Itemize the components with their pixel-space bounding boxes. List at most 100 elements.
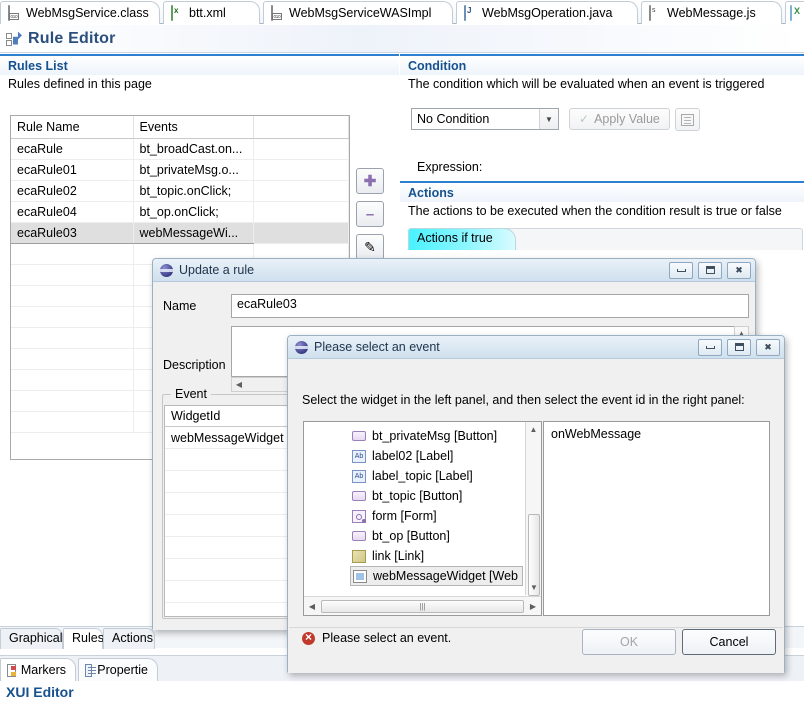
- maximize-button[interactable]: [698, 261, 722, 279]
- editor-tab-label: WebMsgServiceWASImpl: [289, 6, 432, 20]
- cell-rule-name: ecaRule03: [11, 221, 134, 244]
- editor-tab-1[interactable]: btt.xml: [163, 1, 260, 24]
- tab-label: Graphical: [9, 631, 63, 645]
- widget-list-vertical-scrollbar[interactable]: ▲ ▼: [525, 422, 541, 596]
- actions-description: The actions to be executed when the cond…: [408, 204, 782, 218]
- close-button[interactable]: ✖: [727, 261, 751, 279]
- editor-tab-2[interactable]: WebMsgServiceWASImpl: [263, 1, 453, 24]
- editor-tab-4[interactable]: WebMessage.js: [641, 1, 782, 24]
- minimize-button[interactable]: [698, 338, 722, 356]
- button-icon: [352, 531, 366, 541]
- tab-label: Actions if true: [417, 231, 493, 245]
- pencil-icon: ✎: [364, 239, 376, 255]
- cell-rule-name: ecaRule01: [11, 159, 134, 181]
- actions-section: Actions The actions to be executed when …: [400, 181, 804, 250]
- widget-list-item[interactable]: bt_op [Button]: [304, 526, 525, 546]
- widget-list[interactable]: bt_privateMsg [Button] Ab label02 [Label…: [303, 421, 542, 616]
- tab-markers[interactable]: Markers: [0, 658, 76, 681]
- widget-list-item-selected[interactable]: webMessageWidget [Web: [350, 566, 523, 586]
- cancel-button[interactable]: Cancel: [682, 629, 776, 655]
- scroll-down-arrow-icon[interactable]: ▼: [526, 580, 541, 595]
- dialog-title-bar[interactable]: Update a rule ✖: [153, 259, 755, 282]
- event-id-list[interactable]: onWebMessage: [543, 421, 770, 616]
- button-icon: [352, 491, 366, 501]
- cell-blank: [253, 201, 349, 223]
- tab-actions[interactable]: Actions: [103, 628, 155, 649]
- status-message: Please select an event.: [322, 631, 452, 645]
- cell-events: bt_privateMsg.o...: [133, 159, 254, 181]
- link-icon: [352, 549, 366, 563]
- table-row[interactable]: ecaRule04 bt_op.onClick;: [11, 201, 349, 223]
- column-header-events[interactable]: Events: [133, 116, 254, 139]
- cancel-label: Cancel: [709, 635, 749, 649]
- cell-events: bt_broadCast.on...: [133, 138, 254, 160]
- widget-list-item[interactable]: bt_privateMsg [Button]: [304, 426, 525, 446]
- java-file-icon: [464, 5, 477, 21]
- name-label: Name: [163, 299, 197, 313]
- window-controls: ✖: [669, 261, 751, 279]
- widget-list-item[interactable]: Ab label02 [Label]: [304, 446, 525, 466]
- editor-tab-5[interactable]: [785, 1, 804, 24]
- condition-select-value: No Condition: [417, 112, 490, 126]
- event-group-label: Event: [171, 387, 211, 401]
- cell-events: bt_topic.onClick;: [133, 180, 254, 202]
- table-row-selected[interactable]: ecaRule03 webMessageWi...: [11, 221, 349, 244]
- window-controls: ✖: [698, 338, 780, 356]
- column-header-blank[interactable]: [253, 116, 349, 139]
- scroll-left-arrow-icon[interactable]: ◀: [304, 602, 320, 611]
- error-icon: [302, 630, 315, 645]
- table-row[interactable]: ecaRule bt_broadCast.on...: [11, 138, 349, 160]
- ok-button[interactable]: OK: [582, 629, 676, 655]
- check-icon: ✓: [579, 112, 590, 126]
- scroll-up-arrow-icon[interactable]: ▲: [526, 422, 541, 437]
- remove-rule-button[interactable]: –: [356, 201, 384, 227]
- rule-name-input[interactable]: ecaRule03: [231, 294, 749, 318]
- cell-rule-name: ecaRule04: [11, 201, 134, 223]
- apply-value-button[interactable]: ✓ Apply Value: [569, 108, 670, 130]
- scroll-right-arrow-icon[interactable]: ▶: [525, 602, 541, 611]
- column-header-widgetid: WidgetId: [171, 409, 221, 423]
- tab-actions-if-true[interactable]: Actions if true: [408, 228, 516, 250]
- tab-graphical[interactable]: Graphical: [0, 628, 63, 649]
- minimize-button[interactable]: [669, 261, 693, 279]
- cell-blank: [253, 222, 349, 244]
- table-row[interactable]: ecaRule01 bt_privateMsg.o...: [11, 159, 349, 181]
- add-rule-button[interactable]: ✚: [356, 168, 384, 194]
- editor-tab-3[interactable]: WebMsgOperation.java: [456, 1, 638, 24]
- maximize-button[interactable]: [727, 338, 751, 356]
- widget-list-item[interactable]: form [Form]: [304, 506, 525, 526]
- close-button[interactable]: ✖: [756, 338, 780, 356]
- tab-rules[interactable]: Rules: [63, 628, 104, 649]
- editor-tab-label: WebMessage.js: [667, 6, 756, 20]
- table-row[interactable]: ecaRule02 bt_topic.onClick;: [11, 180, 349, 202]
- condition-select[interactable]: No Condition ▼: [411, 108, 559, 130]
- dialog-title-bar[interactable]: Please select an event ✖: [288, 336, 784, 359]
- plus-icon: ✚: [363, 172, 377, 190]
- edit-expression-button[interactable]: [675, 108, 700, 131]
- chevron-down-icon[interactable]: ▼: [539, 109, 558, 129]
- widget-list-item[interactable]: bt_topic [Button]: [304, 486, 525, 506]
- actions-tab-filler: [504, 228, 803, 250]
- cell-blank: [253, 180, 349, 202]
- actions-tab-strip: Actions if true: [408, 228, 804, 250]
- widget-list-item[interactable]: link [Link]: [304, 546, 525, 566]
- tab-properties[interactable]: Propertie: [78, 658, 158, 681]
- properties-icon: [85, 663, 97, 677]
- widget-list-horizontal-scrollbar[interactable]: ◀ ||| ▶: [304, 596, 541, 615]
- widget-label: link [Link]: [372, 549, 425, 563]
- scroll-thumb[interactable]: |||: [321, 599, 524, 613]
- edit-rule-button[interactable]: ✎: [356, 234, 384, 260]
- minus-icon: –: [365, 205, 375, 223]
- apply-value-label: Apply Value: [594, 112, 660, 126]
- class-file-icon: [8, 5, 21, 21]
- rule-description-value: [232, 327, 748, 333]
- column-header-rule-name[interactable]: Rule Name: [11, 116, 134, 139]
- widget-label: label02 [Label]: [372, 449, 454, 463]
- scroll-left-arrow-icon[interactable]: ◀: [232, 380, 246, 389]
- editor-tab-0[interactable]: WebMsgService.class: [0, 1, 160, 24]
- status-message-row: Please select an event.: [302, 630, 452, 645]
- widget-list-item[interactable]: Ab label_topic [Label]: [304, 466, 525, 486]
- event-list-item[interactable]: onWebMessage: [544, 422, 769, 441]
- web-widget-icon: [353, 569, 367, 583]
- rule-editor-icon: [6, 31, 22, 47]
